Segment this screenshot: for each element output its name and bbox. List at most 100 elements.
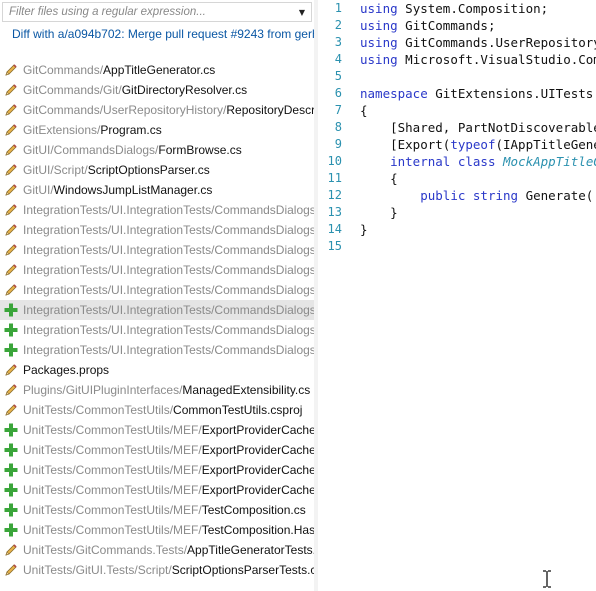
file-name: RepositoryDescriptionProvider.cs (226, 103, 314, 117)
code-keyword: internal (390, 154, 451, 169)
file-list-item[interactable]: Plugins/GitUIPluginInterfaces/ManagedExt… (0, 380, 314, 400)
file-label: IntegrationTests/UI.IntegrationTests/Com… (23, 300, 314, 320)
file-name: ScriptOptionsParserTests.cs (171, 563, 314, 577)
pencil-icon (5, 404, 17, 416)
file-label: IntegrationTests/UI.IntegrationTests/Com… (23, 200, 314, 220)
pencil-icon (5, 564, 17, 576)
file-label: UnitTests/GitCommands.Tests/AppTitleGene… (23, 540, 314, 560)
file-path: IntegrationTests/UI.IntegrationTests/Com… (23, 343, 314, 357)
file-path: IntegrationTests/UI.IntegrationTests/Com… (23, 283, 314, 297)
file-name: ManagedExtensibility.cs (182, 383, 311, 397)
plus-icon (4, 523, 18, 537)
triangle-down-icon[interactable]: ▼ (293, 3, 311, 21)
file-list-item[interactable]: GitUI/WindowsJumpListManager.cs (0, 180, 314, 200)
code-line: using System.Composition; (360, 0, 596, 17)
file-list-item[interactable]: IntegrationTests/UI.IntegrationTests/Com… (0, 320, 314, 340)
file-name: Program.cs (100, 123, 162, 137)
file-path: IntegrationTests/UI.IntegrationTests/Com… (23, 223, 314, 237)
file-list-item[interactable]: UnitTests/CommonTestUtils/MEF/TestCompos… (0, 520, 314, 540)
file-list-item[interactable]: UnitTests/CommonTestUtils/MEF/TestCompos… (0, 500, 314, 520)
text-cursor-icon (543, 570, 551, 588)
code-keyword: namespace (360, 86, 428, 101)
code-keyword: string (472, 188, 519, 203)
file-path: Plugins/GitUIPluginInterfaces/ (23, 383, 183, 397)
file-list-item[interactable]: IntegrationTests/UI.IntegrationTests/Com… (0, 220, 314, 240)
code-keyword: typeof (450, 137, 496, 152)
code-line: } (360, 204, 596, 221)
file-label: GitCommands/AppTitleGenerator.cs (23, 60, 215, 80)
file-label: Packages.props (23, 360, 109, 380)
code-text[interactable]: using System.Composition; using GitComman… (360, 0, 596, 255)
file-list-item[interactable]: Packages.props (0, 360, 314, 380)
file-path: UnitTests/CommonTestUtils/MEF/ (23, 463, 202, 477)
file-path: GitUI/ (23, 183, 54, 197)
pencil-icon (5, 144, 17, 156)
file-path: IntegrationTests/UI.IntegrationTests/Com… (23, 323, 314, 337)
file-list-item[interactable]: UnitTests/CommonTestUtils/MEF/ExportProv… (0, 480, 314, 500)
file-label: UnitTests/GitUI.Tests/Script/ScriptOptio… (23, 560, 314, 580)
file-list-item[interactable]: GitUI/CommandsDialogs/FormBrowse.cs (0, 140, 314, 160)
file-path: IntegrationTests/UI.IntegrationTests/Com… (23, 263, 314, 277)
file-list-item[interactable]: GitCommands/Git/GitDirectoryResolver.cs (0, 80, 314, 100)
file-list-item[interactable]: UnitTests/GitUI.Tests/Script/ScriptOptio… (0, 560, 314, 580)
code-line: using GitCommands.UserRepositoryHistory; (360, 34, 596, 51)
code-keyword: class (457, 154, 496, 169)
file-list-item[interactable]: UnitTests/CommonTestUtils/MEF/ExportProv… (0, 460, 314, 480)
pencil-icon (5, 224, 17, 236)
code-token: Microsoft.VisualStudio.Composition; (405, 52, 596, 67)
line-number-gutter: 1 2 3 4 5 6 7 8 9 10 11 12 13 14 15 (318, 0, 344, 255)
filter-input[interactable] (3, 3, 293, 21)
diff-header-link[interactable]: Diff with a/a094b702: Merge pull request… (12, 27, 314, 43)
file-name: CommonTestUtils.csproj (173, 403, 303, 417)
file-label: GitCommands/UserRepositoryHistory/Reposi… (23, 100, 314, 120)
code-viewer[interactable]: 1 2 3 4 5 6 7 8 9 10 11 12 13 14 15 using System.Compo… (318, 0, 596, 591)
file-label: GitUI/CommandsDialogs/FormBrowse.cs (23, 140, 242, 160)
file-label: IntegrationTests/UI.IntegrationTests/Com… (23, 340, 314, 360)
file-path: IntegrationTests/UI.IntegrationTests/Com… (23, 243, 314, 257)
file-name: ExportProviderCache (201, 463, 314, 477)
code-token: { (360, 103, 368, 118)
code-line: internal class MockAppTitleGenerator (360, 153, 596, 170)
file-list-item[interactable]: IntegrationTests/UI.IntegrationTests/Com… (0, 260, 314, 280)
file-name: GitDirectoryResolver.cs (121, 83, 248, 97)
file-path: IntegrationTests/UI.IntegrationTests/Com… (23, 203, 314, 217)
file-label: Plugins/GitUIPluginInterfaces/ManagedExt… (23, 380, 310, 400)
plus-icon (4, 423, 18, 437)
file-list-item[interactable]: UnitTests/CommonTestUtils/MEF/ExportProv… (0, 440, 314, 460)
file-list-item[interactable]: GitExtensions/Program.cs (0, 120, 314, 140)
file-list[interactable]: GitCommands/AppTitleGenerator.cs GitComma… (0, 60, 314, 580)
file-list-item[interactable]: UnitTests/CommonTestUtils/MEF/ExportProv… (0, 420, 314, 440)
file-list-item[interactable]: GitCommands/AppTitleGenerator.cs (0, 60, 314, 80)
file-list-item[interactable]: GitUI/Script/ScriptOptionsParser.cs (0, 160, 314, 180)
file-list-item[interactable]: IntegrationTests/UI.IntegrationTests/Com… (0, 200, 314, 220)
plus-icon (4, 483, 18, 497)
filter-box: ▼ (2, 2, 312, 22)
code-line: public string Generate( (360, 187, 596, 204)
file-path: GitUI/Script/ (23, 163, 88, 177)
file-list-item[interactable]: GitCommands/UserRepositoryHistory/Reposi… (0, 100, 314, 120)
file-list-item[interactable]: IntegrationTests/UI.IntegrationTests/Com… (0, 340, 314, 360)
line-number: 3 (334, 35, 342, 49)
file-list-item[interactable]: UnitTests/GitCommands.Tests/AppTitleGene… (0, 540, 314, 560)
file-list-pane: ▼ Diff with a/a094b702: Merge pull reque… (0, 0, 314, 591)
file-list-item[interactable]: IntegrationTests/UI.IntegrationTests/Com… (0, 240, 314, 260)
code-token: GitCommands; (397, 18, 496, 33)
file-list-item[interactable]: UnitTests/CommonTestUtils/CommonTestUtil… (0, 400, 314, 420)
plus-icon (4, 503, 18, 517)
code-token: Generate( (518, 188, 594, 203)
file-list-item[interactable]: IntegrationTests/UI.IntegrationTests/Com… (0, 300, 314, 320)
line-number: 11 (327, 171, 342, 185)
file-label: IntegrationTests/UI.IntegrationTests/Com… (23, 240, 314, 260)
code-token: GitCommands.UserRepositoryHistory; (405, 35, 596, 50)
code-line: [Export(typeof(IAppTitleGenerator))] (360, 136, 596, 153)
code-token: [Export( (360, 137, 451, 152)
file-name: AppTitleGenerator.cs (103, 63, 216, 77)
file-path: UnitTests/CommonTestUtils/MEF/ (23, 483, 202, 497)
file-label: UnitTests/CommonTestUtils/MEF/TestCompos… (23, 500, 306, 520)
file-name: ExportProviderCache (201, 483, 314, 497)
file-path: IntegrationTests/UI.IntegrationTests/Com… (23, 303, 314, 317)
file-name: TestComposition.cs (201, 503, 306, 517)
file-list-item[interactable]: IntegrationTests/UI.IntegrationTests/Com… (0, 280, 314, 300)
